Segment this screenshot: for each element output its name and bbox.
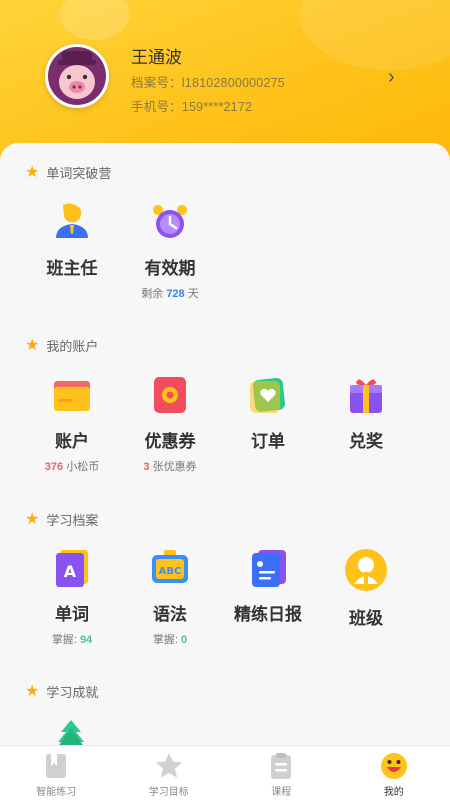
section-title-label: 学习档案 <box>46 513 99 528</box>
practice-icon <box>42 752 70 780</box>
tab-practice[interactable]: 智能练习 <box>0 746 113 800</box>
item-order[interactable]: 订单 <box>223 375 313 452</box>
validity-remaining: 剩余 728 天 <box>125 285 215 301</box>
tab-courses[interactable]: 课程 <box>225 746 338 800</box>
chevron-right-icon[interactable]: › <box>388 66 395 89</box>
item-label: 优惠券 <box>144 432 196 451</box>
teacher-icon <box>52 202 92 242</box>
item-label: 账户 <box>55 432 89 451</box>
tab-label: 我的 <box>383 787 404 798</box>
coupon-count: 3 张优惠券 <box>125 458 215 474</box>
bottom-tab-bar: 智能练习 学习目标 课程 我的 <box>0 745 450 800</box>
days-remaining: 728 <box>166 288 185 300</box>
tree-icon <box>55 720 87 746</box>
item-class[interactable]: 班级 <box>321 548 411 629</box>
coupon-icon <box>150 375 190 415</box>
item-daily-report[interactable]: 精练日报 <box>223 548 313 625</box>
item-coupon[interactable]: 优惠券 3 张优惠券 <box>125 375 215 474</box>
star-icon <box>155 752 183 780</box>
order-heart-icon <box>248 375 288 415</box>
item-redeem[interactable]: 兑奖 <box>321 375 411 452</box>
section-title-label: 学习成就 <box>46 685 99 700</box>
item-validity[interactable]: 有效期 剩余 728 天 <box>125 202 215 301</box>
grammar-mastered-count: 0 <box>181 634 188 646</box>
tab-goals[interactable]: 学习目标 <box>113 746 226 800</box>
words-mastered: 掌握: 94 <box>27 631 117 647</box>
phone-value: 159****2172 <box>181 100 253 114</box>
item-label: 订单 <box>251 432 285 451</box>
class-person-icon <box>344 548 388 592</box>
avatar[interactable] <box>45 44 109 108</box>
svg-text:ABC: ABC <box>159 566 182 577</box>
alarm-clock-icon <box>150 202 190 242</box>
sub-prefix: 掌握: <box>152 634 181 646</box>
sub-prefix: 掌握: <box>51 634 80 646</box>
archive-value: l18102800000275 <box>181 76 285 90</box>
archive-number: 档案号：l18102800000275 <box>131 72 285 91</box>
wallet-card-icon <box>52 375 92 415</box>
archive-label: 档案号： <box>131 76 182 90</box>
sub-prefix: 剩余 <box>141 288 167 300</box>
clipboard-icon <box>267 752 295 780</box>
section-title-label: 我的账户 <box>46 339 99 354</box>
section-title-label: 单词突破营 <box>46 166 112 181</box>
item-label: 班级 <box>349 609 383 628</box>
svg-text:A: A <box>64 562 77 581</box>
header-decoration <box>60 0 130 40</box>
item-label: 语法 <box>153 605 187 624</box>
tab-label: 学习目标 <box>148 787 189 798</box>
header-decoration <box>300 0 450 70</box>
section-title-camp: ★ 单词突破营 <box>25 163 111 182</box>
item-head-teacher[interactable]: 班主任 <box>27 202 117 279</box>
tab-label: 课程 <box>271 787 292 798</box>
tab-label: 智能练习 <box>36 787 77 798</box>
smiley-icon <box>380 752 408 780</box>
coin-balance: 376 小松币 <box>27 458 117 474</box>
sub-suffix: 天 <box>184 288 199 300</box>
star-icon: ★ <box>25 510 40 528</box>
tab-mine[interactable]: 我的 <box>338 746 450 800</box>
word-book-icon: A <box>52 548 92 588</box>
sub-suffix: 小松币 <box>63 461 100 473</box>
star-icon: ★ <box>25 163 40 181</box>
item-account[interactable]: 账户 376 小松币 <box>27 375 117 474</box>
item-label: 单词 <box>55 605 89 624</box>
item-label: 兑奖 <box>349 432 383 451</box>
coin-count: 376 <box>44 461 64 473</box>
item-label: 班主任 <box>46 259 98 278</box>
pig-avatar-icon <box>48 47 106 105</box>
section-title-archive: ★ 学习档案 <box>25 510 98 529</box>
user-name: 王通波 <box>131 48 182 67</box>
phone-label: 手机号： <box>131 100 182 114</box>
item-grammar[interactable]: ABC 语法 掌握: 0 <box>125 548 215 647</box>
abc-board-icon: ABC <box>150 548 190 588</box>
daily-report-icon <box>248 548 288 588</box>
sub-suffix: 张优惠券 <box>149 461 197 473</box>
section-title-account: ★ 我的账户 <box>25 336 98 355</box>
item-label: 有效期 <box>144 259 196 278</box>
phone-number: 手机号：159****2172 <box>131 96 252 115</box>
words-mastered-count: 94 <box>79 634 93 646</box>
section-title-achievement: ★ 学习成就 <box>25 682 98 701</box>
grammar-mastered: 掌握: 0 <box>125 631 215 647</box>
item-label: 精练日报 <box>234 605 302 624</box>
star-icon: ★ <box>25 336 40 354</box>
item-words[interactable]: A 单词 掌握: 94 <box>27 548 117 647</box>
star-icon: ★ <box>25 682 40 700</box>
gift-icon <box>346 375 386 415</box>
